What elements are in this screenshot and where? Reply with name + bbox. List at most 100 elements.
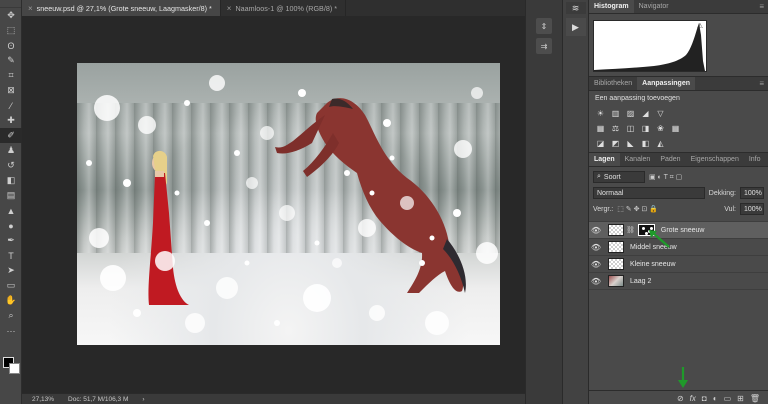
layer-filter-select[interactable]: ⌕ Soort bbox=[593, 171, 645, 183]
layer-row-kleine-sneeuw[interactable]: 👁 Kleine sneeuw bbox=[589, 256, 768, 273]
tab-channels[interactable]: Kanalen bbox=[620, 153, 656, 166]
layer-style-fx-icon[interactable]: fx bbox=[690, 394, 696, 403]
link-chain-icon: ⛓ bbox=[626, 227, 635, 234]
posterize-icon[interactable]: ◩ bbox=[610, 139, 621, 148]
eyedropper-icon[interactable]: ⁄ bbox=[0, 98, 22, 113]
color-lookup-icon[interactable]: ▦ bbox=[670, 124, 681, 133]
dodge-icon[interactable]: ● bbox=[0, 218, 22, 233]
add-layer-mask-icon[interactable]: ◘ bbox=[702, 394, 707, 403]
horse-figure bbox=[275, 98, 466, 293]
type-tool-icon[interactable]: T bbox=[0, 248, 22, 263]
blur-icon[interactable]: ▲ bbox=[0, 203, 22, 218]
background-color-swatch[interactable] bbox=[9, 363, 20, 374]
visibility-eye-icon[interactable]: 👁 bbox=[589, 243, 603, 252]
move-tool-icon[interactable]: ✥ bbox=[0, 8, 22, 23]
levels-icon[interactable]: ▥ bbox=[610, 109, 621, 118]
document-tab-naamloos[interactable]: × Naamloos-1 @ 100% (RGB/8) * bbox=[221, 0, 347, 16]
fill-value: 100% bbox=[744, 205, 762, 213]
path-select-icon[interactable]: ➤ bbox=[0, 263, 22, 278]
curves-icon[interactable]: ▨ bbox=[625, 109, 636, 118]
adjustments-panel-tabs: Bibliotheken Aanpassingen ≡ bbox=[589, 77, 768, 91]
close-tab-icon[interactable]: × bbox=[28, 4, 33, 13]
document-tabs: × sneeuw.psd @ 27,1% (Grote sneeuw, Laag… bbox=[22, 0, 563, 16]
opacity-field[interactable]: 100% bbox=[740, 187, 764, 199]
properties-icon[interactable]: ⇉ bbox=[536, 38, 552, 54]
visibility-eye-icon[interactable]: 👁 bbox=[589, 260, 603, 269]
filter-pixel-icon[interactable]: ▣ ◐ T ⌗ ▢ bbox=[649, 173, 682, 182]
tab-layers[interactable]: Lagen bbox=[589, 153, 620, 166]
play-actions-icon[interactable]: ▶ bbox=[565, 18, 586, 36]
layer-row-grote-sneeuw[interactable]: 👁 ⛓ Grote sneeuw bbox=[589, 222, 768, 239]
new-layer-icon[interactable]: ⊞ bbox=[737, 394, 744, 403]
zoom-tool-icon[interactable]: ⌕ bbox=[0, 308, 22, 323]
layer-row-laag-2[interactable]: 👁 Laag 2 bbox=[589, 273, 768, 290]
threshold-icon[interactable]: ◣ bbox=[625, 139, 636, 148]
marquee-tool-icon[interactable]: ⬚ bbox=[0, 23, 22, 38]
document-artwork[interactable] bbox=[77, 63, 500, 345]
tab-paths[interactable]: Paden bbox=[655, 153, 685, 166]
histogram-curve bbox=[594, 23, 705, 71]
brush-tool-icon[interactable]: ✐ bbox=[0, 128, 22, 143]
history-brush-icon[interactable]: ↺ bbox=[0, 158, 22, 173]
hand-tool-icon[interactable]: ✋ bbox=[0, 293, 22, 308]
close-tab-icon[interactable]: × bbox=[227, 4, 232, 13]
vibrance-icon[interactable]: ▽ bbox=[655, 109, 666, 118]
color-swatches[interactable] bbox=[3, 357, 21, 375]
adjustment-layer-icon[interactable]: ◐ bbox=[713, 394, 718, 403]
hue-saturation-icon[interactable]: ▦ bbox=[595, 124, 606, 133]
rectangle-tool-icon[interactable]: ▭ bbox=[0, 278, 22, 293]
tab-properties[interactable]: Eigenschappen bbox=[686, 153, 744, 166]
collapse-icon[interactable]: ≋ bbox=[565, 2, 586, 14]
more-tools-icon[interactable]: ··· bbox=[0, 323, 22, 338]
document-size: Doc: 51,7 M/106,3 M bbox=[68, 395, 129, 403]
layer-thumbnail bbox=[608, 241, 624, 253]
tab-libraries[interactable]: Bibliotheken bbox=[589, 77, 637, 90]
quick-select-icon[interactable]: ✎ bbox=[0, 53, 22, 68]
tab-info[interactable]: Info bbox=[744, 153, 766, 166]
invert-icon[interactable]: ◪ bbox=[595, 139, 606, 148]
canvas-area[interactable] bbox=[22, 16, 525, 393]
panel-menu-icon[interactable]: ≡ bbox=[759, 77, 768, 90]
channel-mixer-icon[interactable]: ❀ bbox=[655, 124, 666, 133]
crop-tool-icon[interactable]: ⌗ bbox=[0, 68, 22, 83]
expand-panels-icon[interactable]: ⇕ bbox=[536, 18, 552, 34]
eraser-icon[interactable]: ◧ bbox=[0, 173, 22, 188]
lasso-tool-icon[interactable]: ʘ bbox=[0, 38, 22, 53]
visibility-eye-icon[interactable]: 👁 bbox=[589, 226, 603, 235]
adjustment-icons-row-2: ▦ ⚖ ◫ ◨ ❀ ▦ bbox=[589, 121, 768, 136]
toolbar-grip[interactable] bbox=[0, 0, 21, 8]
new-group-icon[interactable]: ▭ bbox=[724, 394, 732, 403]
gradient-icon[interactable]: ▤ bbox=[0, 188, 22, 203]
zoom-level[interactable]: 27,13% bbox=[32, 396, 54, 403]
black-white-icon[interactable]: ◫ bbox=[625, 124, 636, 133]
lock-label: Vergr.: bbox=[593, 205, 614, 213]
layer-filter-row: ⌕ Soort ▣ ◐ T ⌗ ▢ bbox=[589, 169, 768, 185]
delete-layer-icon[interactable]: 🗑 bbox=[750, 394, 760, 403]
layer-row-middel-sneeuw[interactable]: 👁 Middel sneeuw bbox=[589, 239, 768, 256]
blend-mode-select[interactable]: Normaal bbox=[593, 187, 705, 199]
gradient-map-icon[interactable]: ◧ bbox=[640, 139, 651, 148]
annotation-arrow-mask bbox=[649, 230, 670, 248]
exposure-icon[interactable]: ◢ bbox=[640, 109, 651, 118]
healing-brush-icon[interactable]: ✚ bbox=[0, 113, 22, 128]
tab-histogram[interactable]: Histogram bbox=[589, 0, 634, 13]
photo-filter-icon[interactable]: ◨ bbox=[640, 124, 651, 133]
fill-field[interactable]: 100% bbox=[740, 203, 764, 215]
link-layers-icon[interactable]: ⊘ bbox=[677, 394, 684, 403]
panel-menu-icon[interactable]: ≡ bbox=[759, 0, 768, 13]
tab-navigator[interactable]: Navigator bbox=[634, 0, 674, 13]
adjustments-panel: Bibliotheken Aanpassingen ≡ Een aanpassi… bbox=[589, 76, 768, 148]
status-menu-icon[interactable]: › bbox=[142, 396, 144, 403]
document-tab-sneeuw[interactable]: × sneeuw.psd @ 27,1% (Grote sneeuw, Laag… bbox=[22, 0, 221, 16]
tab-adjustments[interactable]: Aanpassingen bbox=[637, 77, 695, 90]
clone-stamp-icon[interactable]: ♟ bbox=[0, 143, 22, 158]
histogram-warning-icon[interactable]: ⚠ bbox=[697, 22, 703, 30]
frame-tool-icon[interactable]: ⊠ bbox=[0, 83, 22, 98]
lock-icons[interactable]: ⬚ ✎ ✥ ⊡ 🔒 bbox=[617, 205, 658, 213]
pen-tool-icon[interactable]: ✒ bbox=[0, 233, 22, 248]
collapsed-panel-strip: ⇕ ⇉ bbox=[525, 0, 563, 404]
color-balance-icon[interactable]: ⚖ bbox=[610, 124, 621, 133]
selective-color-icon[interactable]: ◭ bbox=[655, 139, 666, 148]
brightness-icon[interactable]: ☀ bbox=[595, 109, 606, 118]
visibility-eye-icon[interactable]: 👁 bbox=[589, 277, 603, 286]
